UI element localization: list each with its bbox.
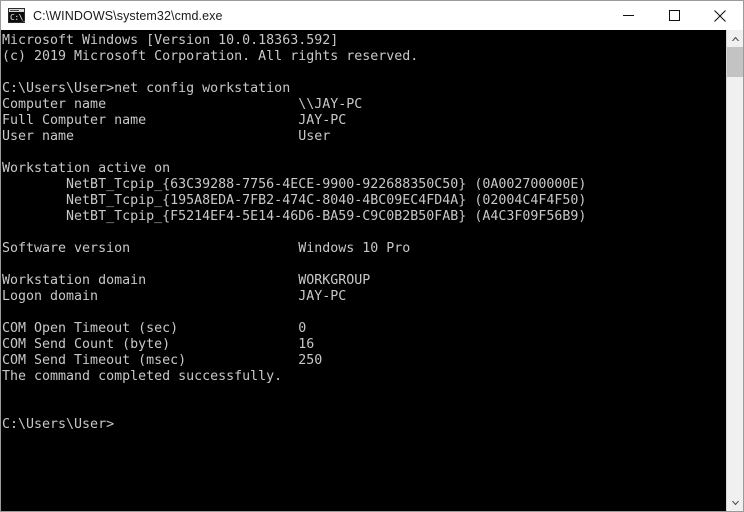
minimize-button[interactable] <box>605 1 651 30</box>
close-button[interactable] <box>697 1 743 30</box>
console-area[interactable]: Microsoft Windows [Version 10.0.18363.59… <box>1 30 743 511</box>
vertical-scrollbar[interactable] <box>726 30 743 511</box>
scroll-up-arrow-icon[interactable] <box>727 30 743 47</box>
scrollbar-thumb[interactable] <box>727 47 743 77</box>
maximize-button[interactable] <box>651 1 697 30</box>
window-title: C:\WINDOWS\system32\cmd.exe <box>33 8 223 23</box>
scroll-down-arrow-icon[interactable] <box>727 494 743 511</box>
cmd-window: C:\_ C:\WINDOWS\system32\cmd.exe Microso… <box>0 0 744 512</box>
console-output[interactable]: Microsoft Windows [Version 10.0.18363.59… <box>1 30 726 511</box>
cmd-icon-prompt-glyph: C:\_ <box>10 13 28 22</box>
cmd-icon-dots <box>10 10 19 11</box>
scrollbar-track[interactable] <box>727 47 743 494</box>
window-controls <box>605 1 743 30</box>
cmd-icon: C:\_ <box>8 8 28 23</box>
cmd-icon-titlebar <box>9 9 24 12</box>
window-titlebar[interactable]: C:\_ C:\WINDOWS\system32\cmd.exe <box>1 1 743 30</box>
